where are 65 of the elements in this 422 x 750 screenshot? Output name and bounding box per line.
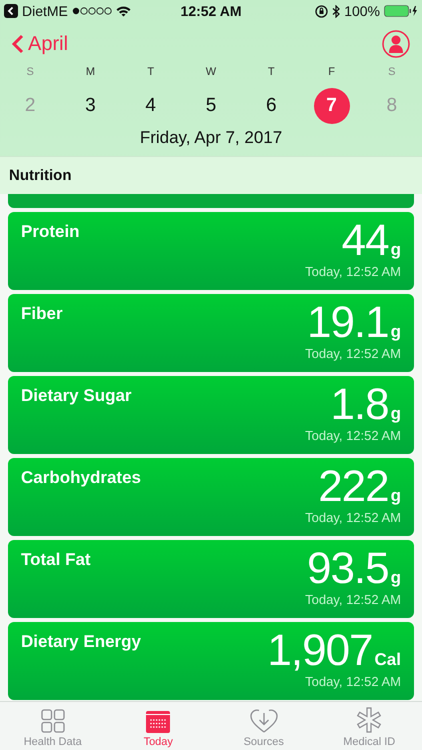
nutrient-unit: g — [390, 568, 401, 588]
battery-charging-icon — [384, 5, 418, 17]
nutrient-name: Protein — [21, 222, 80, 242]
nutrient-value: 19.1 — [306, 300, 389, 346]
calendar-day[interactable]: 8 — [374, 88, 410, 124]
back-app-label[interactable]: DietME — [22, 3, 68, 19]
nutrient-name: Dietary Sugar — [21, 386, 132, 406]
nutrient-name: Carbohydrates — [21, 468, 141, 488]
status-time: 12:52 AM — [180, 3, 242, 19]
bluetooth-icon — [332, 4, 340, 18]
nutrient-unit: g — [390, 486, 401, 506]
nutrient-value: 93.5 — [306, 546, 389, 592]
tab-item[interactable]: Sources — [211, 702, 316, 750]
calendar-day[interactable]: 5 — [192, 88, 229, 124]
nutrition-card[interactable]: Carbohydrates 222 g Today, 12:52 AM — [8, 458, 414, 536]
grid-icon — [40, 709, 65, 733]
nutrient-unit: Cal — [374, 650, 401, 670]
calendar-day[interactable]: 2 — [12, 88, 48, 124]
tab-item[interactable]: Today — [106, 702, 211, 750]
weekday-label: T — [147, 66, 154, 78]
weekday-label: F — [328, 66, 335, 78]
nutrient-value: 222 — [318, 464, 389, 510]
nutrient-unit: g — [390, 404, 401, 424]
calendar-day[interactable]: 7 — [314, 88, 350, 124]
tab-item[interactable]: Health Data — [0, 702, 106, 750]
nutrition-card[interactable]: Dietary Sugar 1.8g Today, 12:52 AM — [8, 376, 414, 454]
card-timestamp: Today, 12:52 AM — [305, 346, 401, 362]
selected-date: Friday, Apr 7, 2017 — [138, 127, 284, 149]
nutrition-card[interactable]: Fiber 19.1 g Today, 12:52 AM — [8, 294, 414, 372]
nutrition-card[interactable]: Total Fat 93.5g Today, 12:52 AM — [8, 540, 414, 618]
wifi-icon — [116, 6, 131, 16]
nutrient-unit: g — [390, 240, 401, 260]
weekday-label: M — [86, 66, 95, 78]
weekday-label: W — [206, 66, 216, 78]
nutrient-name: Dietary Energy — [21, 632, 141, 652]
weekday-label: S — [388, 66, 396, 78]
calendar-day[interactable]: 4 — [132, 88, 169, 124]
card-timestamp: Today, 12:52 AM — [305, 264, 401, 280]
calendar-day[interactable]: 3 — [72, 88, 108, 124]
calendar-icon — [146, 711, 170, 733]
card-timestamp: Today, 12:52 AM — [305, 592, 401, 608]
card-timestamp: Today, 12:52 AM — [305, 674, 401, 690]
nutrition-card[interactable]: Dietary Energy 1,907 Cal Today, 12:52 AM — [8, 622, 414, 700]
profile-icon[interactable] — [382, 30, 410, 58]
nutrition-card[interactable]: Protein 44g Today, 12:52 AM — [8, 212, 414, 290]
card-timestamp: Today, 12:52 AM — [305, 510, 401, 526]
card-timestamp: Today, 12:52 AM — [305, 428, 401, 444]
section-header: Nutrition — [0, 156, 422, 194]
nutrient-value: 44 — [342, 218, 389, 264]
back-button[interactable]: April — [12, 32, 68, 56]
nutrient-value: 1.8 — [330, 382, 389, 428]
nutrient-name: Fiber — [21, 304, 63, 324]
nutrient-unit: g — [390, 322, 401, 342]
calendar-day[interactable]: 6 — [253, 88, 290, 124]
chevron-left-icon — [12, 34, 24, 54]
asterisk-icon — [356, 707, 382, 733]
battery-percent: 100% — [344, 3, 380, 19]
heart-download-icon — [250, 709, 278, 733]
signal-icon — [72, 7, 112, 15]
weekday-label: S — [26, 66, 34, 78]
nutrient-name: Total Fat — [21, 550, 91, 570]
tab-item[interactable]: Medical ID — [316, 702, 422, 750]
rotation-lock-icon — [315, 4, 328, 18]
nutrient-value: 1,907 — [267, 628, 373, 674]
weekday-label: T — [268, 66, 275, 78]
